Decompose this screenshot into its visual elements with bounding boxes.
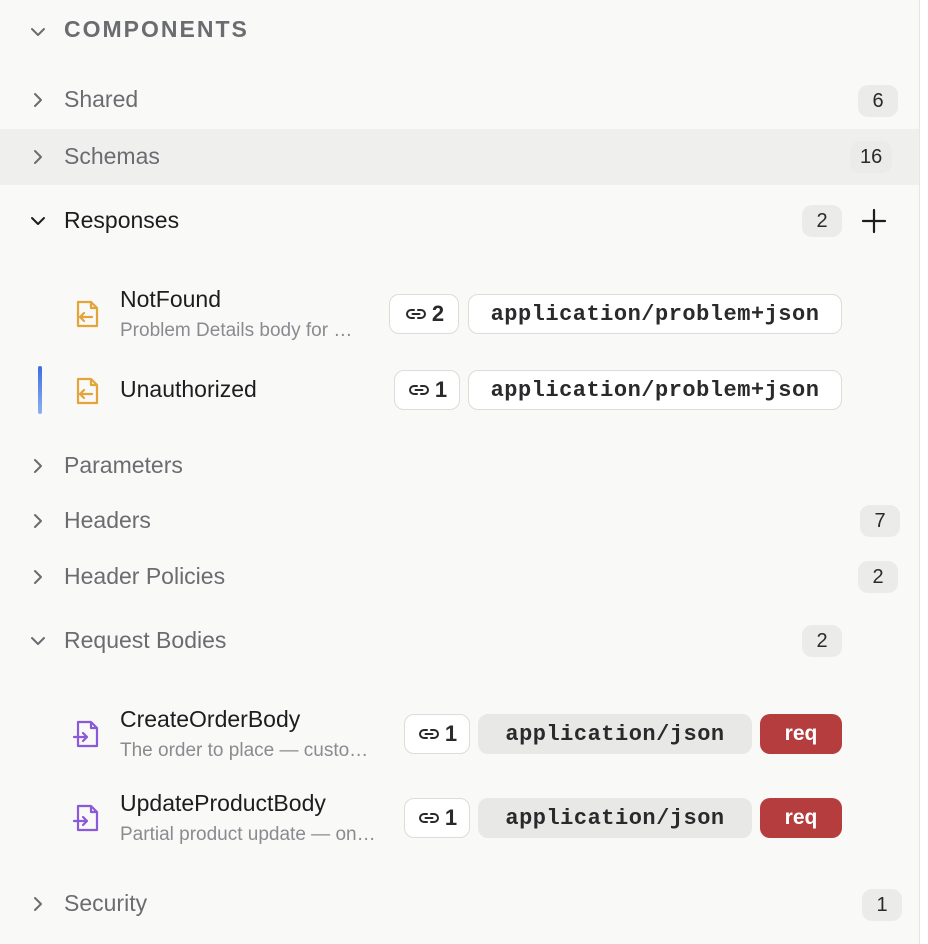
chevron-down-icon[interactable]: [28, 22, 48, 42]
section-label: Headers: [64, 507, 151, 533]
chevron-down-icon[interactable]: [28, 631, 48, 651]
section-label: Header Policies: [64, 563, 226, 589]
file-arrow-left-icon: [70, 297, 104, 331]
section-parameters[interactable]: Parameters: [0, 438, 919, 494]
mime-type-pill[interactable]: application/problem+json: [468, 294, 842, 334]
count-badge: 7: [860, 505, 900, 537]
section-responses[interactable]: Responses 2: [0, 192, 919, 252]
chevron-right-icon[interactable]: [28, 456, 48, 476]
chevron-right-icon[interactable]: [28, 894, 48, 914]
count-badge: 1: [862, 889, 902, 921]
required-badge: req: [760, 798, 842, 838]
response-item[interactable]: Unauthorized 1 application/problem+json: [0, 360, 919, 420]
section-label: Parameters: [64, 452, 183, 478]
section-schemas[interactable]: Schemas 16: [0, 129, 919, 185]
count-badge: 2: [802, 205, 842, 237]
section-label: Schemas: [64, 143, 160, 169]
request-body-item[interactable]: CreateOrderBody The order to place — cus…: [0, 700, 919, 772]
count-badge: 6: [858, 85, 898, 117]
section-label: Request Bodies: [64, 627, 227, 653]
section-label: Responses: [64, 207, 180, 233]
item-description: The order to place — custo…: [120, 740, 369, 761]
section-security[interactable]: Security 1: [0, 876, 919, 932]
section-label: Security: [64, 890, 148, 916]
file-arrow-right-icon: [70, 801, 104, 835]
components-header[interactable]: COMPONENTS: [0, 0, 919, 64]
chevron-down-icon[interactable]: [28, 211, 48, 231]
file-arrow-left-icon: [70, 374, 104, 408]
chevron-right-icon[interactable]: [28, 147, 48, 167]
item-title: UpdateProductBody: [120, 790, 326, 816]
count-badge: 2: [858, 561, 898, 593]
section-headers[interactable]: Headers 7: [0, 493, 919, 549]
ref-count: 2: [431, 301, 445, 326]
ref-count-pill[interactable]: 1: [394, 370, 460, 410]
scrollbar-track[interactable]: [919, 0, 928, 944]
link-icon: [405, 309, 426, 319]
section-request-bodies[interactable]: Request Bodies 2: [0, 612, 919, 670]
required-badge: req: [760, 714, 842, 754]
plus-icon[interactable]: [860, 207, 888, 235]
item-description: Partial product update — on…: [120, 824, 376, 845]
chevron-right-icon[interactable]: [28, 90, 48, 110]
link-icon: [408, 385, 429, 395]
ref-count: 1: [444, 721, 458, 746]
ref-count-pill[interactable]: 2: [389, 294, 459, 334]
response-item[interactable]: NotFound Problem Details body for … 2 ap…: [0, 280, 919, 350]
section-label: Shared: [64, 86, 139, 112]
count-badge: 2: [802, 625, 842, 657]
link-icon: [418, 813, 439, 823]
chevron-right-icon[interactable]: [28, 511, 48, 531]
mime-type-pill[interactable]: application/json: [478, 714, 752, 754]
chevron-right-icon[interactable]: [28, 567, 48, 587]
section-shared[interactable]: Shared 6: [0, 72, 919, 128]
components-title: COMPONENTS: [64, 16, 249, 42]
ref-count-pill[interactable]: 1: [404, 798, 470, 838]
mime-type-pill[interactable]: application/problem+json: [468, 370, 842, 410]
ref-count: 1: [444, 805, 458, 830]
item-description: Problem Details body for …: [120, 320, 353, 341]
item-title: CreateOrderBody: [120, 706, 301, 732]
link-icon: [418, 729, 439, 739]
file-arrow-right-icon: [70, 717, 104, 751]
ref-count-pill[interactable]: 1: [404, 714, 470, 754]
ref-count: 1: [434, 377, 448, 402]
request-body-item[interactable]: UpdateProductBody Partial product update…: [0, 784, 919, 856]
section-header-policies[interactable]: Header Policies 2: [0, 549, 919, 605]
count-badge: 16: [850, 141, 893, 173]
item-title: NotFound: [120, 286, 222, 312]
item-title: Unauthorized: [120, 376, 257, 402]
mime-type-pill[interactable]: application/json: [478, 798, 752, 838]
